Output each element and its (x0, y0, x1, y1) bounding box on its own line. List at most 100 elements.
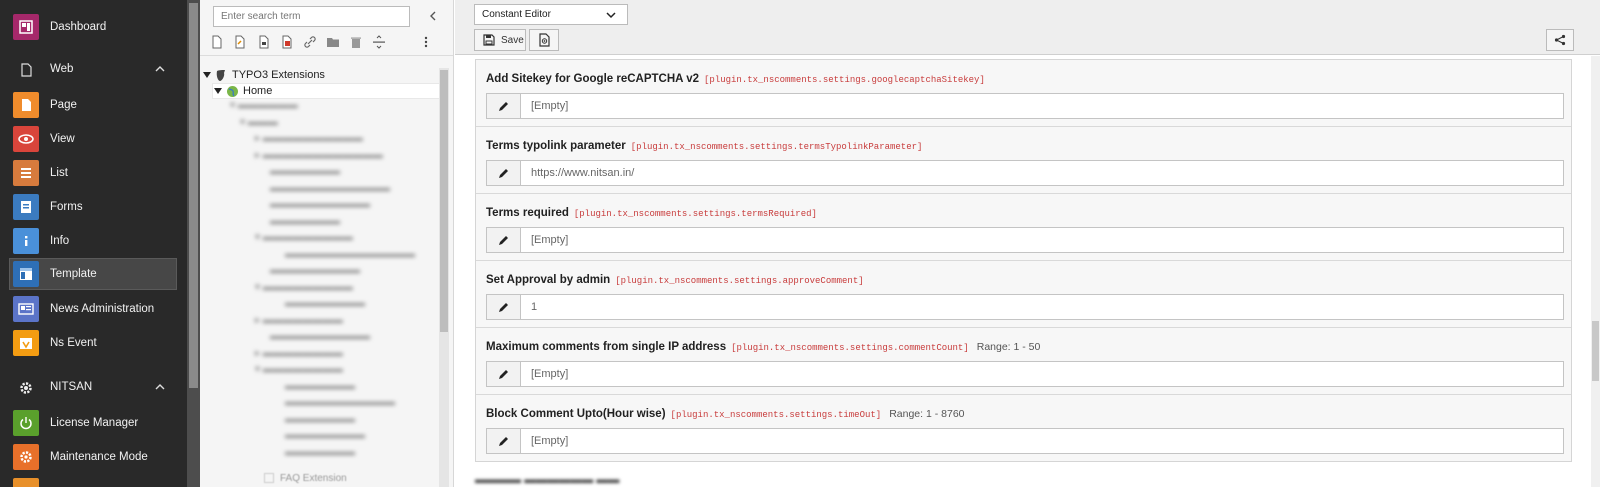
collapse-tree-icon[interactable] (426, 9, 440, 23)
edit-constant-button[interactable] (487, 362, 521, 386)
info-icon (13, 228, 39, 254)
new-backend-page-icon[interactable] (280, 35, 294, 49)
new-page-icon[interactable] (210, 35, 224, 49)
group-label: Web (50, 63, 74, 75)
group-web[interactable]: Web (0, 55, 187, 85)
module-page[interactable]: Page (0, 88, 187, 122)
blurred-tree-node: ▬▬▬▬▬▬▬ (285, 447, 355, 458)
edit-constant-button[interactable] (487, 94, 521, 118)
blurred-tree-node: ▾ ▬▬▬▬▬▬▬▬▬ (255, 232, 353, 243)
folder-icon[interactable] (326, 35, 340, 49)
module-more[interactable] (0, 474, 187, 487)
content-scrollbar[interactable] (1591, 56, 1600, 487)
edit-constant-button[interactable] (487, 228, 521, 252)
divider-icon[interactable] (372, 35, 386, 49)
tree-root-node[interactable]: TYPO3 Extensions (202, 67, 325, 83)
constant-field: [Empty] (486, 227, 1564, 253)
module-label: Template (50, 268, 97, 280)
constant-title: Maximum comments from single IP address (486, 341, 727, 353)
module-license-manager[interactable]: License Manager (0, 406, 187, 440)
module-icon (13, 478, 39, 487)
blurred-tree-node: ▾ ▬▬▬▬▬▬ (230, 100, 298, 111)
blurred-tree-node: ▬▬▬▬▬▬▬▬▬▬▬ (285, 397, 395, 408)
blurred-tree-node: ▸ ▬▬▬▬▬▬▬▬ (255, 348, 343, 359)
blurred-tree-node: ▬▬▬▬▬▬▬▬▬▬▬▬▬ (285, 249, 415, 260)
trash-icon[interactable] (349, 35, 363, 49)
module-forms[interactable]: Forms (0, 190, 187, 224)
constant-title-line: Terms required [plugin.tx_nscomments.sett… (486, 207, 817, 219)
blurred-tree-node: ▸ ▬▬▬▬▬▬▬▬▬▬ (255, 133, 363, 144)
constant-title: Set Approval by admin (486, 274, 611, 286)
typo3-backend: Dashboard Web Page View List Forms Info … (0, 0, 1600, 487)
constant-key: [plugin.tx_nscomments.settings.approveCo… (615, 276, 864, 286)
share-button[interactable] (1546, 29, 1574, 51)
constant-value: [Empty] (531, 368, 569, 380)
module-news-administration[interactable]: News Administration (0, 292, 187, 326)
settings-icon (13, 444, 39, 470)
blurred-tree-node: ▬▬▬▬▬▬▬▬ (285, 430, 365, 441)
new-link-page-icon[interactable] (257, 35, 271, 49)
function-menu-select[interactable]: Constant Editor (474, 4, 628, 25)
constant-value: https://www.nitsan.in/ (531, 167, 635, 179)
tree-node-faq-extension[interactable]: FAQ Extension (264, 470, 347, 486)
group-nitsan[interactable]: NITSAN (0, 373, 187, 403)
constant-title-line: Maximum comments from single IP address [… (486, 341, 1040, 353)
edit-constant-button[interactable] (487, 161, 521, 185)
edit-constant-button[interactable] (487, 295, 521, 319)
expand-triangle-icon[interactable] (202, 70, 212, 80)
typo3-logo-icon (216, 70, 225, 81)
module-list[interactable]: List (0, 156, 187, 190)
chevron-up-icon (155, 384, 165, 390)
edit-constant-button[interactable] (487, 429, 521, 453)
constant-row: Terms typolink parameter [plugin.tx_nscom… (476, 127, 1571, 194)
scrollbar-thumb[interactable] (440, 70, 448, 332)
forms-icon (13, 194, 39, 220)
constant-row: Add Sitekey for Google reCAPTCHA v2 [plug… (476, 60, 1571, 127)
tree-scrollbar[interactable] (439, 68, 449, 487)
scrollbar-thumb[interactable] (189, 3, 198, 388)
blurred-tree-node: ▬▬▬▬▬▬▬ (270, 216, 340, 227)
module-label: News Administration (50, 303, 155, 315)
tree-node-home[interactable]: Home (212, 83, 441, 99)
chevron-up-icon (155, 66, 165, 72)
module-info[interactable]: Info (0, 224, 187, 258)
new-shortcut-page-icon[interactable] (233, 35, 247, 49)
tree-node-label: FAQ Extension (280, 472, 347, 484)
blurred-section-heading: ▬▬▬▬ ▬▬▬▬▬▬ ▬▬ (475, 474, 620, 486)
constant-row: Terms required [plugin.tx_nscomments.sett… (476, 194, 1571, 261)
module-label: View (50, 133, 75, 145)
globe-icon (227, 85, 238, 97)
constant-field: https://www.nitsan.in/ (486, 160, 1564, 186)
module-label: Ns Event (50, 337, 97, 349)
tree-root-label: TYPO3 Extensions (232, 69, 325, 81)
constant-value: [Empty] (531, 435, 569, 447)
more-options-icon[interactable] (419, 35, 433, 49)
constant-key: [plugin.tx_nscomments.settings.termsRequ… (573, 209, 817, 219)
module-view[interactable]: View (0, 122, 187, 156)
news-icon (13, 296, 39, 322)
file-icon (21, 63, 32, 77)
constant-key: [plugin.tx_nscomments.settings.googlecap… (704, 75, 985, 85)
blurred-tree-node: ▾ ▬▬▬▬▬▬▬▬▬ (255, 282, 353, 293)
pencil-icon (499, 369, 508, 379)
module-ns-event[interactable]: Ns Event (0, 326, 187, 360)
save-button[interactable]: Save (474, 29, 526, 51)
tree-search-input[interactable] (213, 6, 410, 27)
select-value: Constant Editor (482, 9, 551, 20)
expand-triangle-icon[interactable] (213, 86, 223, 96)
dashboard-icon (13, 14, 39, 40)
docheader: Constant Editor Save (455, 0, 1600, 55)
module-template[interactable]: Template (9, 258, 177, 290)
constant-key: [plugin.tx_nscomments.settings.commentCo… (731, 343, 969, 353)
scrollbar-thumb[interactable] (1592, 321, 1599, 381)
page-icon (264, 473, 274, 483)
constant-title-line: Block Comment Upto(Hour wise) [plugin.tx_… (486, 408, 965, 420)
module-dashboard[interactable]: Dashboard (0, 10, 187, 44)
module-menu-scrollbar[interactable] (187, 0, 200, 487)
module-maintenance-mode[interactable]: Maintenance Mode (0, 440, 187, 474)
link-icon[interactable] (303, 35, 317, 49)
view-page-button[interactable] (529, 29, 559, 51)
pencil-icon (499, 235, 508, 245)
blurred-tree-node: ▬▬▬▬▬▬▬▬▬▬ (270, 331, 370, 342)
blurred-tree-node: ▬▬▬▬▬▬▬▬ (285, 298, 365, 309)
